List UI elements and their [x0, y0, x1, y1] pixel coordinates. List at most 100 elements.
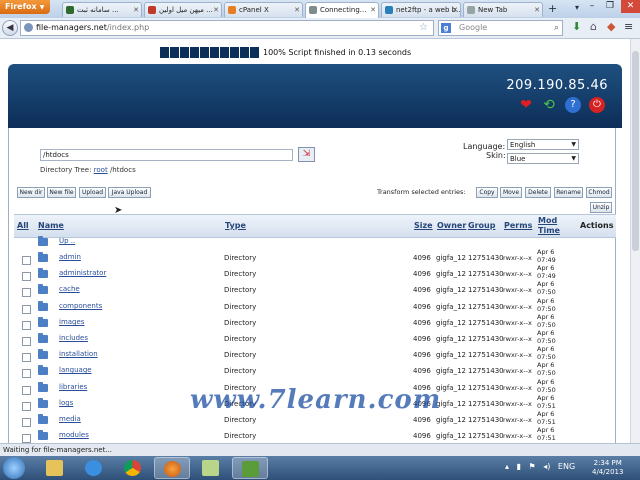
taskbar-explorer[interactable] — [37, 457, 73, 479]
file-name-link[interactable]: logs — [59, 399, 73, 407]
row-checkbox[interactable] — [22, 434, 31, 443]
table-row[interactable]: includes Directory 4096 gigfa_12 12751430 rwx… — [14, 329, 616, 349]
row-checkbox[interactable] — [22, 288, 31, 297]
up-row[interactable]: Up .. — [14, 236, 616, 252]
close-tab-icon[interactable]: ✕ — [133, 3, 139, 17]
rename-button[interactable]: Rename — [554, 187, 583, 198]
browser-tab[interactable]: New Tab ✕ — [463, 2, 543, 17]
file-name-link[interactable]: components — [59, 302, 102, 310]
delete-button[interactable]: Delete — [525, 187, 551, 198]
clock[interactable]: 2:34 PM 4/4/2013 — [592, 459, 623, 477]
table-row[interactable]: administrator Directory 4096 gigfa_12 127514… — [14, 264, 616, 284]
row-checkbox[interactable] — [22, 369, 31, 378]
table-row[interactable]: components Directory 4096 gigfa_12 12751430 r… — [14, 297, 616, 317]
browser-tab[interactable]: Connecting... ✕ — [305, 2, 379, 18]
google-engine-icon[interactable]: g — [441, 23, 451, 33]
close-window-icon[interactable]: ✕ — [621, 0, 640, 13]
taskbar-ie[interactable] — [76, 457, 112, 479]
row-checkbox[interactable] — [22, 418, 31, 427]
upload-button[interactable]: Upload — [79, 187, 106, 198]
taskbar-notepad[interactable] — [193, 457, 229, 479]
new-tab-icon[interactable]: + — [548, 2, 557, 15]
row-checkbox[interactable] — [22, 386, 31, 395]
network-icon[interactable]: ▮ — [517, 462, 521, 471]
chmod-button[interactable]: Chmod — [586, 187, 612, 198]
addon-icon[interactable]: ◆ — [607, 20, 615, 33]
file-name-link[interactable]: images — [59, 318, 84, 326]
bookmark-star-icon[interactable]: ☆ — [419, 21, 428, 35]
row-checkbox[interactable] — [22, 321, 31, 330]
close-tab-icon[interactable]: ✕ — [534, 3, 540, 17]
browser-tab[interactable]: سامانه ثبت ... ✕ — [62, 2, 142, 17]
heart-icon[interactable]: ❤ — [518, 97, 534, 113]
file-name-link[interactable]: libraries — [59, 383, 87, 391]
table-row[interactable]: installation Directory 4096 gigfa_12 1275143… — [14, 345, 616, 365]
row-checkbox[interactable] — [22, 353, 31, 362]
row-checkbox[interactable] — [22, 305, 31, 314]
row-checkbox[interactable] — [22, 256, 31, 265]
close-tab-icon[interactable]: ✕ — [370, 3, 376, 17]
logout-icon[interactable]: ⏻ — [589, 97, 605, 113]
language-indicator[interactable]: ENG — [558, 462, 575, 471]
help-icon[interactable]: ? — [565, 97, 581, 113]
row-checkbox[interactable] — [22, 402, 31, 411]
firefox-menu-button[interactable]: Firefox ▼ — [0, 0, 50, 14]
java-upload-button[interactable]: Java Upload — [108, 187, 151, 198]
close-tab-icon[interactable]: ✕ — [294, 3, 300, 17]
refresh-icon[interactable]: ⟲ — [541, 97, 557, 113]
browser-tab[interactable]: میهن میل اولین ... ✕ — [144, 2, 222, 17]
table-row[interactable]: cache Directory 4096 gigfa_12 12751430 rwxr-x… — [14, 280, 616, 300]
sort-owner-link[interactable]: Owner — [437, 221, 466, 230]
taskbar-firefox[interactable] — [154, 457, 190, 479]
home-icon[interactable]: ⌂ — [590, 20, 597, 33]
scrollbar-thumb[interactable] — [632, 51, 639, 251]
browser-tab[interactable]: cPanel X ✕ — [224, 2, 303, 17]
taskbar-chrome[interactable] — [115, 457, 151, 479]
tree-root-link[interactable]: root — [94, 166, 108, 174]
up-link[interactable]: Up .. — [59, 237, 75, 245]
skin-select[interactable]: Blue ▼ — [507, 153, 579, 164]
directory-input[interactable]: /htdocs — [40, 149, 293, 161]
browser-tab[interactable]: net2ftp - a web b... ✕ — [381, 2, 461, 17]
download-icon[interactable]: ⬇ — [572, 20, 581, 33]
notification-arrow-icon[interactable]: ▴ — [505, 462, 509, 471]
sort-group-link[interactable]: Group — [468, 221, 495, 230]
row-checkbox[interactable] — [22, 337, 31, 346]
address-bar[interactable]: file-managers.net/index.php ☆ ✕ — [20, 20, 449, 36]
file-name-link[interactable]: modules — [59, 431, 89, 439]
menu-icon[interactable]: ≡ — [624, 20, 633, 33]
file-name-link[interactable]: installation — [59, 350, 98, 358]
flag-icon[interactable]: ⚑ — [529, 462, 536, 471]
close-tab-icon[interactable]: ✕ — [213, 3, 219, 17]
sort-perms-link[interactable]: Perms — [504, 221, 532, 230]
vertical-scrollbar[interactable] — [630, 39, 640, 443]
language-select[interactable]: English ▼ — [507, 139, 579, 150]
select-all-link[interactable]: All — [17, 221, 29, 230]
file-name-link[interactable]: cache — [59, 285, 80, 293]
minimize-icon[interactable]: – — [584, 1, 600, 11]
copy-button[interactable]: Copy — [476, 187, 498, 198]
file-name-link[interactable]: administrator — [59, 269, 106, 277]
volume-icon[interactable]: ◂) — [543, 462, 550, 471]
search-icon[interactable]: ⌕ — [554, 21, 559, 35]
sort-type-link[interactable]: Type — [225, 221, 246, 230]
new-file-button[interactable]: New file — [47, 187, 76, 198]
list-all-tabs-icon[interactable]: ▾ — [575, 3, 579, 12]
file-name-link[interactable]: admin — [59, 253, 81, 261]
table-row[interactable]: language Directory 4096 gigfa_12 12751430 rwx… — [14, 361, 616, 381]
taskbar-camtasia[interactable] — [232, 457, 268, 479]
new-dir-button[interactable]: New dir — [17, 187, 45, 198]
start-button[interactable] — [3, 457, 25, 479]
unzip-button[interactable]: Unzip — [590, 202, 612, 213]
search-box[interactable]: g Google ⌕ — [438, 20, 563, 36]
file-name-link[interactable]: includes — [59, 334, 88, 342]
sort-modtime-link[interactable]: Mod Time — [538, 216, 560, 236]
site-identity-icon[interactable] — [24, 23, 33, 32]
maximize-icon[interactable]: ❐ — [602, 1, 618, 11]
file-name-link[interactable]: media — [59, 415, 81, 423]
sort-size-link[interactable]: Size — [414, 221, 433, 230]
browse-directory-icon[interactable]: ⇲ — [298, 147, 315, 162]
table-row[interactable]: admin Directory 4096 gigfa_12 12751430 rwxr-x… — [14, 248, 616, 268]
file-name-link[interactable]: language — [59, 366, 92, 374]
table-row[interactable]: images Directory 4096 gigfa_12 12751430 rwxr-… — [14, 313, 616, 333]
